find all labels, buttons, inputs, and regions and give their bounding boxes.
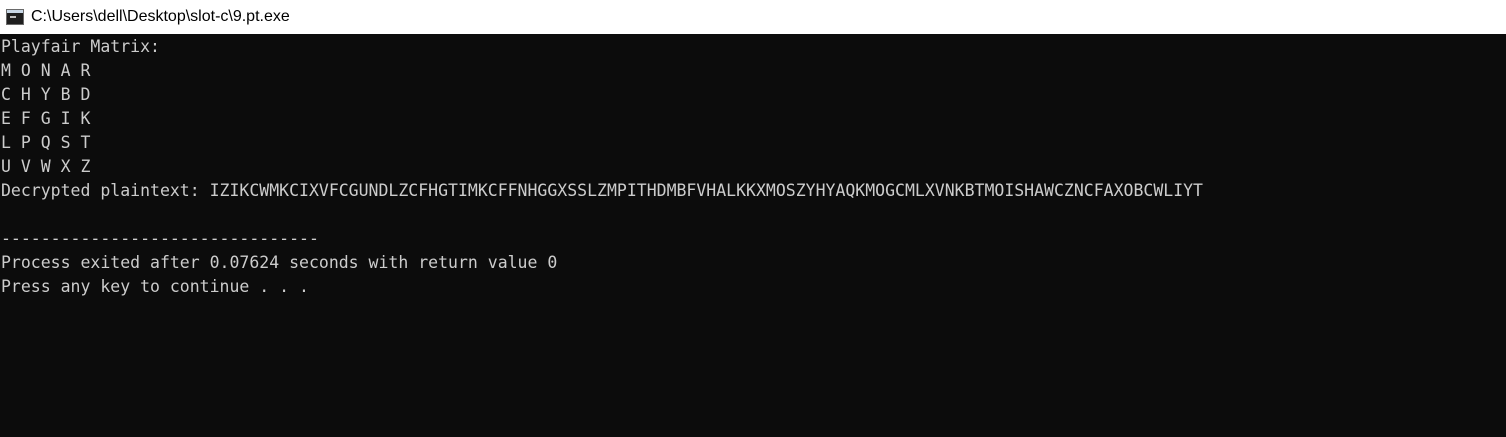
continue-prompt: Press any key to continue . . . <box>1 277 309 296</box>
matrix-row: M O N A R <box>1 61 91 80</box>
matrix-row: U V W X Z <box>1 157 91 176</box>
console-app-icon <box>6 9 24 25</box>
matrix-row: E F G I K <box>1 109 91 128</box>
decrypted-plaintext-line: Decrypted plaintext: IZIKCWMKCIXVFCGUNDL… <box>1 181 1203 200</box>
separator-line: -------------------------------- <box>1 229 319 248</box>
console-output[interactable]: Playfair Matrix: M O N A R C H Y B D E F… <box>1 35 1501 435</box>
window-title: C:\Users\dell\Desktop\slot-c\9.pt.exe <box>31 8 290 25</box>
matrix-row: L P Q S T <box>1 133 91 152</box>
process-exit-message: Process exited after 0.07624 seconds wit… <box>1 253 558 272</box>
matrix-heading: Playfair Matrix: <box>1 37 160 56</box>
console-window: C:\Users\dell\Desktop\slot-c\9.pt.exe Pl… <box>0 0 1506 437</box>
title-bar[interactable]: C:\Users\dell\Desktop\slot-c\9.pt.exe <box>0 0 1506 34</box>
matrix-row: C H Y B D <box>1 85 91 104</box>
